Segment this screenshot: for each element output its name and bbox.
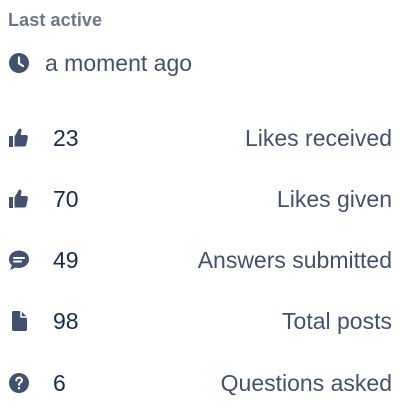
likes-given-label: Likes given xyxy=(276,185,392,212)
clock-icon xyxy=(7,51,31,75)
questions-asked-value: 6 xyxy=(53,369,66,396)
stat-row-likes-given: 70 Likes given xyxy=(7,184,392,214)
last-active-row: a moment ago xyxy=(7,50,192,76)
comment-icon xyxy=(7,248,31,272)
likes-received-value: 23 xyxy=(53,124,79,151)
stat-row-answers-submitted: 49 Answers submitted xyxy=(7,245,392,275)
document-icon xyxy=(7,309,31,333)
questions-asked-label: Questions asked xyxy=(220,369,392,396)
stat-row-total-posts: 98 Total posts xyxy=(7,306,392,336)
question-icon xyxy=(7,371,31,395)
last-active-time: a moment ago xyxy=(45,49,193,76)
last-active-heading: Last active xyxy=(8,10,103,30)
thumbs-up-icon xyxy=(7,126,31,150)
answers-submitted-value: 49 xyxy=(53,246,79,273)
likes-received-label: Likes received xyxy=(244,124,392,151)
thumbs-up-icon xyxy=(7,187,31,211)
stat-row-questions-asked: 6 Questions asked xyxy=(7,368,392,398)
total-posts-value: 98 xyxy=(53,307,79,334)
answers-submitted-label: Answers submitted xyxy=(197,246,392,273)
total-posts-label: Total posts xyxy=(282,307,392,334)
likes-given-value: 70 xyxy=(53,185,79,212)
stat-row-likes-received: 23 Likes received xyxy=(7,123,392,153)
